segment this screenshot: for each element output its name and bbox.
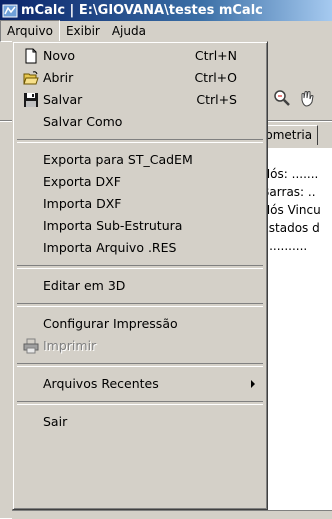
left-panel-strip (0, 148, 12, 518)
open-folder-icon (23, 71, 39, 85)
shortcut-label: Ctrl+O (194, 70, 237, 85)
menu-separator (17, 139, 263, 143)
menu-item-label: Importa Arquivo .RES (43, 240, 177, 255)
shortcut-label: Ctrl+S (196, 92, 237, 107)
menu-item-label: Editar em 3D (43, 278, 126, 293)
menu-item-label: Arquivos Recentes (43, 376, 159, 391)
menu-item-importa-dxf[interactable]: Importa DXF (15, 193, 265, 215)
window-title: mCalc | E:\GIOVANA\testes mCalc (21, 3, 263, 18)
menu-item-sair[interactable]: Sair (15, 411, 265, 433)
menu-item-abrir[interactable]: Abrir Ctrl+O (15, 67, 265, 89)
menu-item-label: Importa DXF (43, 196, 122, 211)
menu-item-exporta-st-cadem[interactable]: Exporta para ST_CadEM (15, 149, 265, 171)
menu-item-label: Imprimir (43, 338, 97, 353)
menu-arquivo[interactable]: Arquivo (0, 20, 60, 42)
menu-item-label: Importa Sub-Estrutura (43, 218, 183, 233)
menu-item-label: Exporta DXF (43, 174, 121, 189)
menu-item-salvar[interactable]: Salvar Ctrl+S (15, 89, 265, 111)
arquivo-dropdown-menu: Novo Ctrl+N Abrir Ctrl+O Salvar Ctrl+S S… (12, 41, 268, 510)
menu-item-label: Novo (43, 48, 76, 63)
menu-item-configurar-impressao[interactable]: Configurar Impressão (15, 313, 265, 335)
submenu-arrow-icon (251, 380, 255, 388)
shortcut-label: Ctrl+N (194, 48, 237, 63)
menu-separator (17, 265, 263, 269)
new-document-icon (25, 48, 37, 64)
menu-item-arquivos-recentes[interactable]: Arquivos Recentes (15, 373, 265, 395)
save-floppy-icon (24, 93, 38, 107)
menu-exibir[interactable]: Exibir (60, 21, 106, 41)
pan-hand-icon[interactable] (297, 88, 317, 108)
menu-bar: Arquivo Exibir Ajuda (0, 20, 332, 42)
menu-ajuda[interactable]: Ajuda (106, 21, 152, 41)
printer-icon (23, 338, 39, 354)
menu-item-novo[interactable]: Novo Ctrl+N (15, 45, 265, 67)
menu-separator (17, 363, 263, 367)
menu-item-importa-sub-estrutura[interactable]: Importa Sub-Estrutura (15, 215, 265, 237)
menu-item-label: Configurar Impressão (43, 316, 178, 331)
menu-item-salvar-como[interactable]: Salvar Como (15, 111, 265, 133)
app-icon (2, 4, 18, 17)
menu-item-label: Salvar (43, 92, 83, 107)
title-bar: mCalc | E:\GIOVANA\testes mCalc (0, 0, 332, 21)
menu-item-exporta-dxf[interactable]: Exporta DXF (15, 171, 265, 193)
menu-item-label: Sair (43, 414, 68, 429)
menu-item-importa-arquivo-res[interactable]: Importa Arquivo .RES (15, 237, 265, 259)
menu-item-label: Salvar Como (43, 114, 123, 129)
menu-item-editar-3d[interactable]: Editar em 3D (15, 275, 265, 297)
menu-separator (17, 303, 263, 307)
menu-item-imprimir: Imprimir (15, 335, 265, 357)
menu-item-label: Abrir (43, 70, 74, 85)
zoom-icon[interactable] (272, 88, 292, 108)
menu-separator (17, 401, 263, 405)
menu-item-label: Exporta para ST_CadEM (43, 152, 193, 167)
